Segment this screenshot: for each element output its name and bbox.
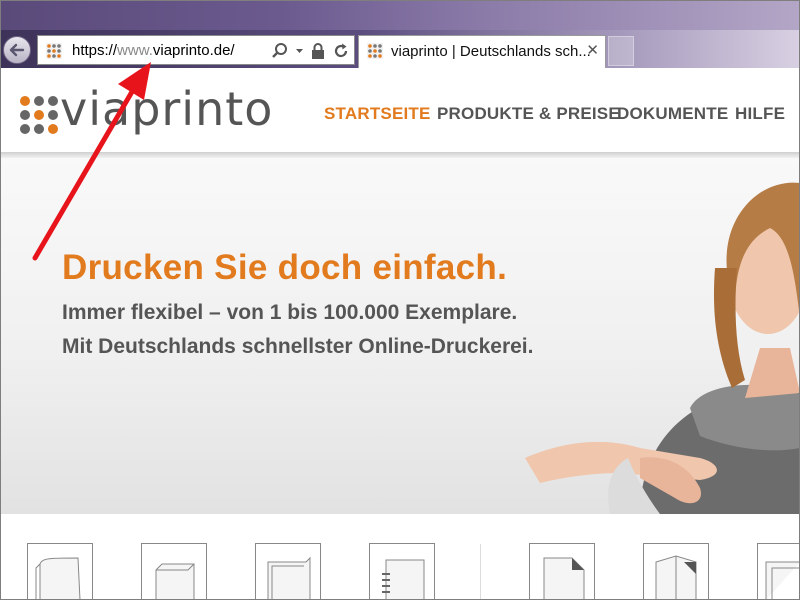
nav-hilfe[interactable]: HILFE <box>735 104 785 124</box>
logo-text[interactable]: viaprinto <box>60 82 273 136</box>
search-icon[interactable] <box>271 42 289 60</box>
address-url[interactable]: https://www.viaprinto.de/ <box>72 42 235 59</box>
close-icon[interactable]: ✕ <box>586 41 599 59</box>
hardcover-book-icon[interactable] <box>141 543 207 600</box>
address-bar[interactable]: https://www.viaprinto.de/ <box>37 35 355 65</box>
lock-icon[interactable] <box>310 42 326 60</box>
hero-subline-1: Immer flexibel – von 1 bis 100.000 Exemp… <box>62 301 518 324</box>
document-icon[interactable] <box>529 543 595 600</box>
tab-favicon <box>367 43 383 59</box>
refresh-icon[interactable] <box>332 42 350 60</box>
stacked-document-icon[interactable] <box>757 543 800 600</box>
product-divider <box>480 544 481 600</box>
nav-produkte-preise[interactable]: PRODUKTE & PREISE <box>437 104 620 124</box>
site-favicon <box>46 43 62 59</box>
softcover-book-icon[interactable] <box>27 543 93 601</box>
hero-headline: Drucken Sie doch einfach. <box>62 248 508 287</box>
viaprinto-logo-icon[interactable] <box>19 95 59 135</box>
spiral-binding-icon[interactable] <box>369 543 435 600</box>
tab-title: viaprinto | Deutschlands sch... <box>391 43 591 60</box>
nav-startseite[interactable]: STARTSEITE <box>324 104 431 124</box>
tab-viaprinto[interactable]: viaprinto | Deutschlands sch... ✕ <box>358 35 606 68</box>
hero-subline-2: Mit Deutschlands schnellster Online-Druc… <box>62 335 534 358</box>
back-button[interactable] <box>3 36 31 64</box>
folded-flyer-icon[interactable] <box>643 543 709 600</box>
back-arrow-icon <box>9 43 25 57</box>
nav-dokumente[interactable]: DOKUMENTE <box>617 104 728 124</box>
new-tab-button[interactable] <box>608 36 634 66</box>
folder-icon[interactable] <box>255 543 321 600</box>
dropdown-arrow-icon[interactable] <box>295 42 304 60</box>
